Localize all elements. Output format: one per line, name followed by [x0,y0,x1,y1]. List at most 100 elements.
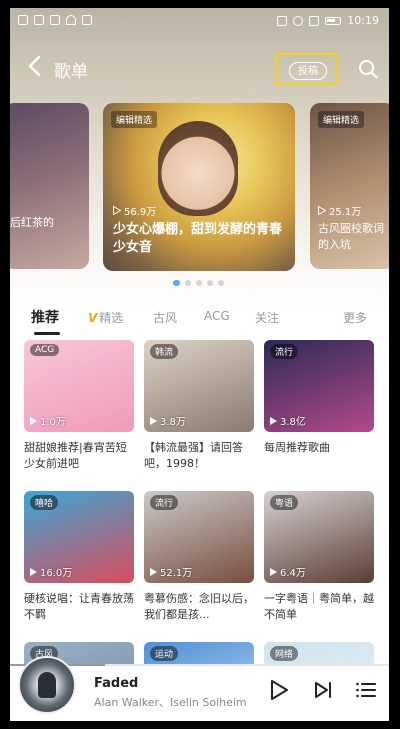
banner-right[interactable]: 编辑精选 25.1万 古风圈校歌词的入坑 [310,103,389,269]
play-icon [113,205,122,216]
playlist-tag: 流行 [150,495,179,510]
status-right-icons: 10:19 [277,14,379,27]
banner-left[interactable]: 后红茶的 [10,103,89,269]
playlist-title: 一字粤语｜粤简单，越不简单 [264,592,374,621]
song-title: Faded [94,676,139,691]
play-icon [150,416,157,425]
album-figure [38,672,56,698]
tab-featured[interactable]: V 精选 [88,309,123,326]
playlist-tag: 粤语 [270,495,299,510]
playlist-count-text: 3.8万 [160,417,186,428]
status-left-icons [18,15,92,25]
banner-carousel[interactable]: 后红茶的 编辑精选 56.9万 少女心爆棚，甜到发酵的青春少女音 编辑精选 25… [10,103,389,273]
tab-more[interactable]: 更多 [343,309,367,326]
play-button-icon[interactable] [268,678,290,702]
carousel-indicator [173,280,224,286]
playlist-count-text: 52.1万 [160,568,193,579]
playlist-card[interactable]: 韩流 3.8万【韩流最强】请回答吧，1998！ [144,340,254,472]
playlist-cover[interactable]: 流行 52.1万 [144,491,254,583]
playlist-title: 甜甜娘推荐|春宵苦短 少女前进吧 [24,441,127,470]
carousel-dot[interactable] [185,280,191,286]
image-icon [34,15,44,25]
top-nav: 歌单 投稿 [10,48,389,88]
playlist-tag: 网络 [270,646,299,661]
tab-follow[interactable]: 关注 [255,309,279,326]
category-tabs: 推荐 V 精选 古风 ACG 关注 更多 [10,306,389,336]
search-icon[interactable] [358,59,378,79]
banner-right-play-count: 25.1万 [318,203,361,218]
mini-player[interactable]: Faded Alan Walker、Iselin Solheim [10,656,389,721]
vip-icon: V [88,311,98,325]
playlist-count-text: 3.8亿 [280,417,306,428]
banner-left-text: 后红茶的 [10,216,54,229]
alarm-icon [293,15,304,26]
playlist-card[interactable]: 粤语 6.4万一字粤语｜粤简单，越不简单 [264,491,374,623]
playlist-cover[interactable]: 嘻哈 16.0万 [24,491,134,583]
playlist-tag: 运动 [150,646,179,661]
playlist-play-count: 1.0万 [30,413,66,428]
album-cover[interactable] [18,656,76,714]
play-icon [270,567,277,576]
playlist-tag: 流行 [270,344,299,359]
playlist-tag: ACG [30,344,60,356]
playlist-title: 粤慕伤感：念旧以后，我们都是孩... [144,592,254,621]
battery-icon [325,16,342,25]
tab-acg[interactable]: ACG [204,309,230,323]
playlist-count-text: 1.0万 [40,417,66,428]
playlist-count-text: 16.0万 [40,568,73,579]
tab-recommend[interactable]: 推荐 [31,307,59,327]
playlist-card[interactable]: 流行 3.8亿每周推荐歌曲 [264,340,374,472]
playlist-title: 每周推荐歌曲 [264,441,330,454]
playlist-queue-icon[interactable] [355,678,377,702]
playlist-play-count: 3.8万 [150,413,186,428]
contribute-button[interactable]: 投稿 [289,62,327,80]
tab-gufeng[interactable]: 古风 [153,309,177,326]
play-icon [30,416,37,425]
playlist-card[interactable]: 嘻哈 16.0万硬核说唱：让青春放荡不羁 [24,491,134,623]
playlist-title: 硬核说唱：让青春放荡不羁 [24,592,134,621]
page-title: 歌单 [54,62,88,82]
back-icon[interactable] [24,54,46,78]
playlist-play-count: 3.8亿 [270,413,306,428]
banner-main[interactable]: 编辑精选 56.9万 少女心爆棚，甜到发酵的青春少女音 [103,103,295,271]
status-bar: 10:19 [10,8,389,34]
chat-icon [50,15,60,25]
banner-main-count-text: 56.9万 [124,207,157,218]
playlist-cover[interactable]: 流行 3.8亿 [264,340,374,432]
download-icon [82,15,92,25]
carousel-dot[interactable] [173,280,180,286]
carousel-dot[interactable] [207,280,213,286]
playlist-cover[interactable]: 韩流 3.8万 [144,340,254,432]
playlist-tag: 嘻哈 [30,495,59,510]
song-artist: Alan Walker、Iselin Solheim [94,696,247,709]
play-icon [30,567,37,576]
playlist-count-text: 6.4万 [280,568,306,579]
playlist-play-count: 52.1万 [150,564,192,579]
banner-main-play-count: 56.9万 [113,203,156,218]
tab-active-indicator [34,332,60,335]
banner-right-tag: 编辑精选 [318,111,365,128]
playlist-cover[interactable]: 粤语 6.4万 [264,491,374,583]
playlist-title: 【韩流最强】请回答吧，1998！ [144,441,243,470]
banner-right-count-text: 25.1万 [329,207,362,218]
play-icon [270,416,277,425]
status-time: 10:19 [347,14,379,27]
wifi-icon [66,15,76,25]
playlist-play-count: 6.4万 [270,564,306,579]
contribute-highlight: 投稿 [275,53,337,85]
phone-screen: 10:19 歌单 投稿 后红茶的 编辑精选 56.9万 少女心爆棚，甜到发酵的青… [10,8,389,721]
banner-main-tag: 编辑精选 [111,111,158,128]
playlist-card[interactable]: 流行 52.1万粤慕伤感：念旧以后，我们都是孩... [144,491,254,623]
next-track-icon[interactable] [312,678,334,702]
banner-main-title: 少女心爆棚，甜到发酵的青春少女音 [113,222,283,255]
carousel-dot[interactable] [196,280,202,286]
play-icon [318,205,327,216]
tab-featured-label: 精选 [99,311,124,325]
playlist-cover[interactable]: ACG 1.0万 [24,340,134,432]
vibrate-icon [277,15,288,26]
playlist-tag: 韩流 [150,344,179,359]
playlist-card[interactable]: ACG 1.0万甜甜娘推荐|春宵苦短 少女前进吧 [24,340,134,472]
signal-icon [309,15,320,26]
carousel-dot[interactable] [218,280,224,286]
playlist-play-count: 16.0万 [30,564,72,579]
